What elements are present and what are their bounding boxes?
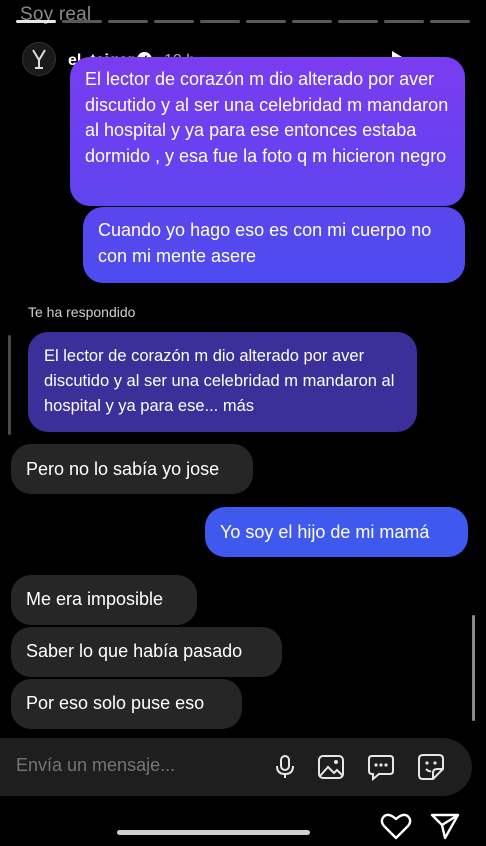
progress-segment bbox=[384, 20, 424, 23]
send-icon[interactable] bbox=[430, 812, 460, 840]
progress-segment bbox=[16, 20, 56, 23]
bottom-bar bbox=[0, 796, 486, 846]
quoted-message[interactable]: El lector de corazón m dio alterado por … bbox=[28, 332, 417, 432]
progress-segment bbox=[292, 20, 332, 23]
avatar-logo-icon bbox=[32, 49, 46, 69]
received-message[interactable]: Pero no lo sabía yo jose bbox=[11, 444, 253, 494]
sent-message[interactable]: Cuando yo hago eso es con mi cuerpo no c… bbox=[83, 207, 465, 283]
scrollbar[interactable] bbox=[472, 615, 475, 721]
image-icon[interactable] bbox=[316, 752, 346, 782]
sticker-icon[interactable] bbox=[416, 752, 446, 782]
message-composer bbox=[0, 738, 472, 796]
progress-segment bbox=[200, 20, 240, 23]
sent-message[interactable]: El lector de corazón m dio alterado por … bbox=[70, 57, 465, 206]
progress-segment bbox=[430, 20, 470, 23]
progress-segment bbox=[246, 20, 286, 23]
message-input[interactable] bbox=[16, 755, 256, 776]
avatar[interactable] bbox=[22, 42, 56, 76]
received-message[interactable]: Me era imposible bbox=[11, 575, 197, 625]
reply-indicator-bar bbox=[8, 335, 11, 435]
story-progress-bar bbox=[16, 20, 470, 23]
progress-segment bbox=[338, 20, 378, 23]
progress-segment bbox=[154, 20, 194, 23]
reply-label: Te ha respondido bbox=[28, 304, 136, 320]
received-message[interactable]: Por eso solo puse eso bbox=[11, 679, 242, 729]
home-indicator[interactable] bbox=[117, 830, 310, 835]
sent-message[interactable]: Yo soy el hijo de mi mamá bbox=[205, 507, 468, 557]
progress-segment bbox=[108, 20, 148, 23]
chat-bubble-icon[interactable] bbox=[366, 752, 396, 782]
received-message[interactable]: Saber lo que había pasado bbox=[11, 627, 282, 677]
heart-icon[interactable] bbox=[380, 812, 412, 840]
progress-segment bbox=[62, 20, 102, 23]
microphone-icon[interactable] bbox=[270, 752, 300, 782]
